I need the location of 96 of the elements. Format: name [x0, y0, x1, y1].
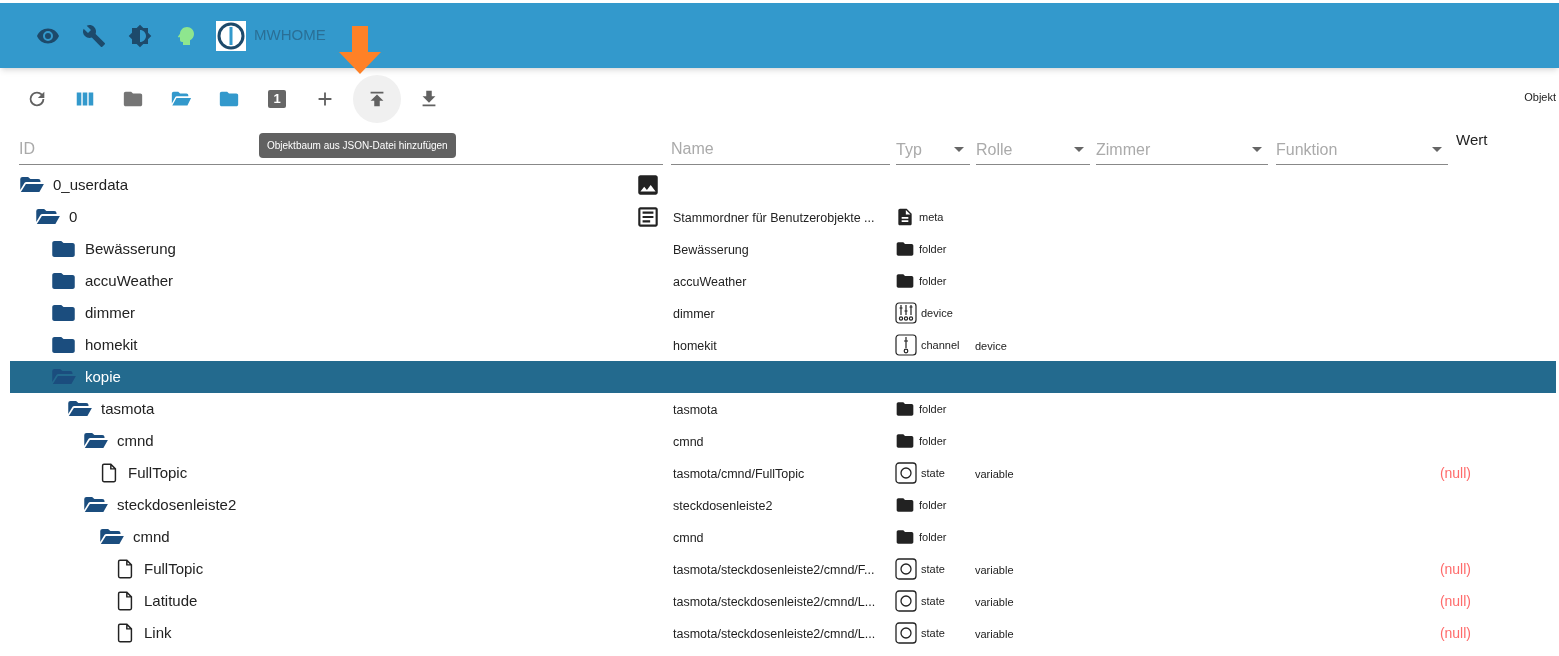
- tree-item-id: FullTopic: [128, 462, 188, 483]
- state-icon: [895, 622, 917, 644]
- tree-row[interactable]: FullTopic tasmota/steckdosenleiste2/cmnd/F... state variable (null): [10, 553, 1556, 585]
- tree-row[interactable]: Latitude tasmota/steckdosenleiste2/cmnd/L... state variable (null): [10, 585, 1556, 617]
- object-name: accuWeather: [673, 275, 747, 289]
- brightness-icon: [128, 23, 152, 48]
- folder-icon: [895, 431, 915, 451]
- tree-item-id: homekit: [85, 334, 138, 355]
- object-name: dimmer: [673, 307, 715, 321]
- tree-row[interactable]: tasmota tasmota folder: [10, 393, 1556, 425]
- object-type: meta: [919, 209, 944, 225]
- tree-item-id: cmnd: [133, 526, 170, 547]
- folder-icon: [895, 271, 915, 291]
- object-role: variable: [975, 628, 1014, 640]
- object-name: cmnd: [673, 435, 704, 449]
- state-icon: [895, 558, 917, 580]
- tree-row[interactable]: cmnd cmnd folder: [10, 521, 1556, 553]
- wrench-button[interactable]: [82, 23, 106, 48]
- tree-item-id: accuWeather: [85, 270, 174, 291]
- selected-tree-row[interactable]: kopie: [10, 361, 1556, 393]
- tree-row[interactable]: homekit homekit channel device: [10, 329, 1556, 361]
- object-value: (null): [1439, 625, 1471, 641]
- folder-icon: [895, 239, 915, 259]
- tree-item-id: tasmota: [101, 398, 155, 419]
- tree-item-id: steckdosenleiste2: [117, 494, 237, 515]
- object-name: steckdosenleiste2: [673, 499, 773, 513]
- tree-item-id: kopie: [85, 366, 121, 387]
- upload-button[interactable]: [353, 75, 401, 123]
- object-type: state: [921, 625, 945, 641]
- tree-item-id: 0_userdata: [53, 174, 129, 195]
- filter-field[interactable]: Name: [671, 133, 890, 165]
- folder-icon: [895, 495, 915, 515]
- object-type: state: [921, 561, 945, 577]
- object-type: folder: [919, 401, 947, 417]
- object-role: variable: [975, 596, 1014, 608]
- caret-icon: [954, 147, 964, 152]
- wrench-icon: [82, 23, 106, 48]
- object-name: Stammordner für Benutzerobjekte ...: [673, 211, 875, 225]
- folder-icon: [895, 527, 915, 547]
- object-type: device: [921, 305, 953, 321]
- tree-row[interactable]: 0 Stammordner für Benutzerobjekte ... meta: [10, 201, 1556, 233]
- tree-item-id: dimmer: [85, 302, 135, 323]
- caret-icon: [1074, 147, 1084, 152]
- caret-icon: [1252, 147, 1262, 152]
- document-icon: [895, 207, 915, 227]
- tree-row[interactable]: 0_userdata: [10, 169, 1556, 201]
- folder-icon: [895, 399, 915, 419]
- object-role: variable: [975, 468, 1014, 480]
- object-name: tasmota: [673, 403, 718, 417]
- tree-item-id: cmnd: [117, 430, 154, 451]
- object-name: homekit: [673, 339, 717, 353]
- tree-row[interactable]: cmnd cmnd folder: [10, 425, 1556, 457]
- tree-row[interactable]: steckdosenleiste2 steckdosenleiste2 folder: [10, 489, 1556, 521]
- tooltip: Objektbaum aus JSON-Datei hinzufügen: [259, 133, 456, 158]
- tree-item-id: 0: [69, 206, 78, 227]
- tree-row[interactable]: accuWeather accuWeather folder: [10, 265, 1556, 297]
- caret-icon: [1432, 147, 1442, 152]
- object-name: tasmota/steckdosenleiste2/cmnd/F...: [673, 563, 875, 577]
- image-icon: [635, 172, 661, 198]
- tree-item-id: Bewässerung: [85, 238, 176, 259]
- object-value: (null): [1439, 561, 1471, 577]
- object-name: tasmota/steckdosenleiste2/cmnd/L...: [673, 627, 876, 641]
- tree-row[interactable]: Bewässerung Bewässerung folder: [10, 233, 1556, 265]
- object-count-text: Objekt: [1524, 90, 1556, 105]
- tree-item-id: Link: [144, 622, 172, 643]
- tree-row[interactable]: dimmer dimmer device: [10, 297, 1556, 329]
- object-type: folder: [919, 241, 947, 257]
- tree-row[interactable]: Link tasmota/steckdosenleiste2/cmnd/L... state variable (null): [10, 617, 1556, 649]
- tree-item-id: Latitude: [144, 590, 198, 611]
- object-value: (null): [1439, 593, 1471, 609]
- object-type: folder: [919, 529, 947, 545]
- state-icon: [895, 590, 917, 612]
- object-type: channel: [921, 337, 960, 353]
- object-type: folder: [919, 497, 947, 513]
- value-column-header: Wert: [1456, 130, 1489, 150]
- object-role: device: [975, 340, 1007, 352]
- object-value: (null): [1439, 465, 1471, 481]
- sliders-icon: [895, 302, 917, 324]
- object-type: folder: [919, 433, 947, 449]
- tree-item-id: FullTopic: [144, 558, 204, 579]
- arrow-annotation: [339, 26, 381, 74]
- object-type: state: [921, 465, 945, 481]
- object-name: tasmota/steckdosenleiste2/cmnd/L...: [673, 595, 876, 609]
- brightness-button[interactable]: [128, 23, 152, 48]
- object-name: Bewässerung: [673, 243, 749, 257]
- object-name: tasmota/cmnd/FullTopic: [673, 467, 805, 481]
- object-name: cmnd: [673, 531, 704, 545]
- object-type: state: [921, 593, 945, 609]
- state-icon: [895, 462, 917, 484]
- level-button[interactable]: 1: [257, 79, 297, 119]
- list-icon: [635, 204, 661, 230]
- object-role: variable: [975, 564, 1014, 576]
- tree-row[interactable]: FullTopic tasmota/cmnd/FullTopic state variable (null): [10, 457, 1556, 489]
- object-type: folder: [919, 273, 947, 289]
- logo-icon: [216, 20, 246, 51]
- slider-icon: [895, 334, 917, 356]
